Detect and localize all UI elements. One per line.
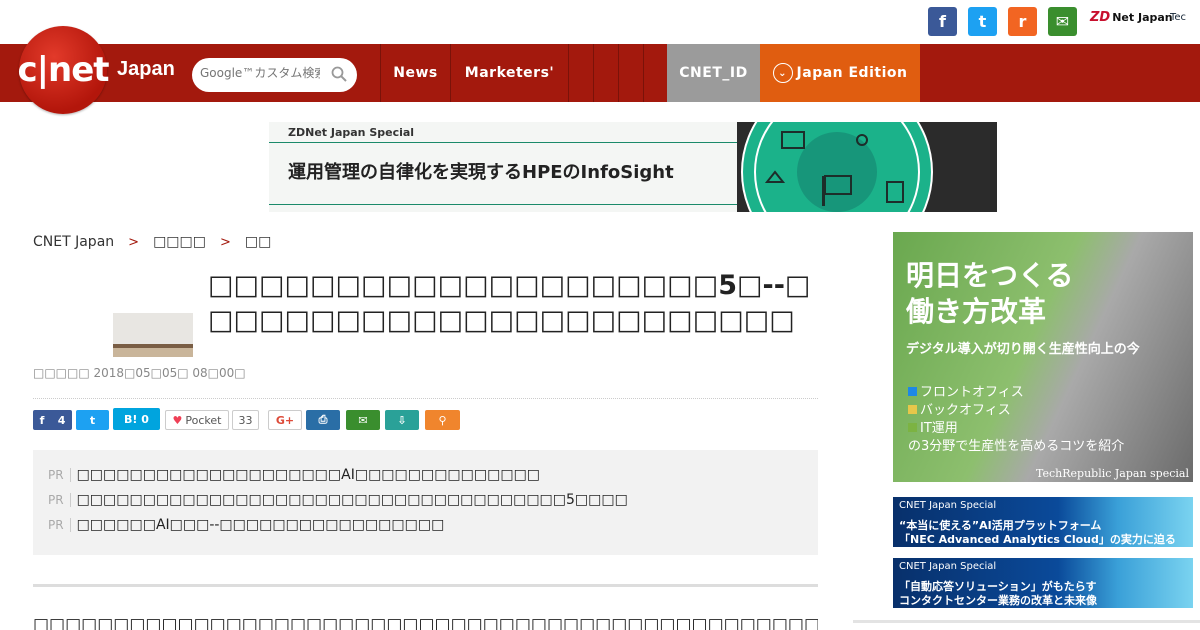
ad-heading-line: 働き方改革: [906, 295, 1047, 328]
pocket-label: Pocket: [185, 413, 222, 427]
cnet-id-link[interactable]: CNET_ID: [667, 44, 760, 102]
twitter-icon: t: [89, 413, 96, 427]
logo-region-label: Japan: [117, 58, 175, 80]
sidebar-ad-contact-center[interactable]: CNET Japan Special 「自動応答ソリューション」がもたらす コン…: [893, 558, 1193, 608]
banner-graphic: [737, 122, 997, 212]
pocket-button[interactable]: ♥ Pocket: [165, 410, 229, 430]
pr-link-text: □□□□□□AI□□□--□□□□□□□□□□□□□□□□□: [76, 517, 445, 533]
ad-list-item: フロントオフィス: [908, 384, 1124, 402]
utility-bar: f t r ✉ ZD Net Japan Tec: [0, 0, 1200, 44]
ad-footer: TechRepublic Japan special: [1036, 467, 1189, 480]
paperclip-icon: ⚲: [438, 413, 447, 427]
clip-button[interactable]: ⚲: [425, 410, 460, 430]
zdnet-japan-link[interactable]: ZD Net Japan: [1090, 10, 1173, 25]
pr-links-box: PR □□□□□□□□□□□□□□□□□□□□AI□□□□□□□□□□□□□□ …: [33, 450, 818, 555]
twitter-icon[interactable]: t: [968, 7, 997, 36]
breadcrumb: CNET Japan > □□□□ > □□: [33, 234, 271, 250]
nav-item[interactable]: [593, 44, 618, 102]
article-byline: □□□□□ 2018□05□05□ 08□00□: [33, 366, 246, 380]
chevron-down-icon: ⌄: [772, 63, 793, 83]
edition-label: Japan Edition: [796, 65, 908, 81]
divider: [269, 204, 739, 205]
ad-heading-line: 明日をつくる: [906, 259, 1074, 292]
banner-tag: ZDNet Japan Special: [288, 126, 415, 139]
mail-share-button[interactable]: ✉: [346, 410, 380, 430]
pr-link[interactable]: PR □□□□□□AI□□□--□□□□□□□□□□□□□□□□□: [48, 517, 444, 533]
ad-tag: CNET Japan Special: [899, 561, 997, 572]
pr-tag: PR: [48, 493, 71, 507]
author-thumbnail: [113, 313, 193, 357]
zdnet-logo: ZD: [1090, 10, 1111, 25]
ad-line: コンタクトセンター業務の改革と未来像: [899, 594, 1097, 607]
pr-link-text: □□□□□□□□□□□□□□□□□□□□□□□□□□□□□□□□□□□□□5□□…: [76, 492, 628, 508]
divider: [33, 584, 818, 587]
facebook-icon[interactable]: f: [928, 7, 957, 36]
mail-icon[interactable]: ✉: [1048, 7, 1077, 36]
hatena-bookmark-button[interactable]: B! 0: [113, 408, 160, 430]
square-icon: [908, 387, 917, 396]
ad-list-item: IT運用: [908, 420, 1124, 438]
pr-tag: PR: [48, 518, 71, 532]
zdnet-label: Net Japan: [1112, 11, 1173, 24]
ad-line: 「NEC Advanced Analytics Cloud」の実力に迫る: [899, 533, 1176, 546]
pr-tag: PR: [48, 468, 71, 482]
chevron-right-icon: >: [128, 234, 140, 250]
twitter-share-button[interactable]: t: [76, 410, 109, 430]
divider: [853, 620, 1200, 623]
pr-link[interactable]: PR □□□□□□□□□□□□□□□□□□□□AI□□□□□□□□□□□□□□: [48, 467, 540, 483]
ad-heading: 明日をつくる 働き方改革: [906, 258, 1073, 330]
mail-icon: ✉: [358, 413, 368, 427]
print-button[interactable]: ⎙: [306, 410, 340, 430]
cnet-logo[interactable]: c|net: [17, 26, 110, 114]
google-plus-button[interactable]: G+: [268, 410, 302, 430]
search-icon[interactable]: [331, 66, 347, 82]
divider: [33, 398, 818, 399]
square-icon: [908, 423, 917, 432]
article-title: □□□□□□□□□□□□□□□□□□□□5□--□□□□□□□□□□□□□□□□…: [208, 270, 811, 336]
breadcrumb-item[interactable]: □□: [245, 234, 271, 250]
rss-icon[interactable]: r: [1008, 7, 1037, 36]
search-box[interactable]: [192, 58, 357, 92]
nav-item[interactable]: [568, 44, 593, 102]
print-icon: ⎙: [318, 413, 328, 426]
pocket-icon: ♥: [172, 413, 183, 427]
edition-selector[interactable]: ⌄ Japan Edition: [760, 44, 920, 102]
ad-list: フロントオフィス バックオフィス IT運用 の3分野で生産性を高めるコツを紹介: [908, 384, 1124, 456]
square-icon: [908, 405, 917, 414]
sidebar-ad-nec[interactable]: CNET Japan Special “本当に使える”AI活用プラットフォーム …: [893, 497, 1193, 547]
facebook-icon: f: [39, 413, 45, 427]
share-count: 4: [57, 413, 66, 427]
search-input[interactable]: [200, 66, 320, 80]
divider: [269, 142, 739, 143]
pr-link-text: □□□□□□□□□□□□□□□□□□□□AI□□□□□□□□□□□□□□: [76, 467, 541, 483]
banner-title: 運用管理の自律化を実現するHPEのInfoSight: [288, 162, 674, 183]
ad-subheading: デジタル導入が切り開く生産性向上の今: [906, 342, 1140, 357]
top-banner-ad[interactable]: ZDNet Japan Special 運用管理の自律化を実現するHPEのInf…: [269, 122, 997, 212]
pr-link[interactable]: PR □□□□□□□□□□□□□□□□□□□□□□□□□□□□□□□□□□□□□…: [48, 492, 628, 508]
nav-item[interactable]: [618, 44, 643, 102]
nav-marketers[interactable]: Marketers': [450, 44, 568, 102]
nav-news[interactable]: News: [380, 44, 450, 102]
nav-item[interactable]: [643, 44, 667, 102]
ad-tag: CNET Japan Special: [899, 500, 997, 511]
article-body: □□□□□□□□□□□□□□□□□□□□□□□□□□□□□□□□□□□□□□□□…: [33, 615, 818, 630]
facebook-share-button[interactable]: f 4: [33, 410, 72, 430]
ad-tagline: の3分野で生産性を高めるコツを紹介: [908, 439, 1125, 454]
sidebar-ad-workstyle[interactable]: 明日をつくる 働き方改革 デジタル導入が切り開く生産性向上の今 フロントオフィス…: [893, 232, 1193, 482]
breadcrumb-item[interactable]: □□□□: [153, 234, 206, 250]
pocket-count: 33: [232, 410, 259, 430]
download-icon: ⇩: [397, 413, 407, 427]
breadcrumb-item[interactable]: CNET Japan: [33, 234, 114, 250]
techrepublic-link[interactable]: Tec: [1170, 12, 1186, 23]
save-button[interactable]: ⇩: [385, 410, 419, 430]
chevron-right-icon: >: [219, 234, 231, 250]
ad-list-item: バックオフィス: [908, 402, 1124, 420]
